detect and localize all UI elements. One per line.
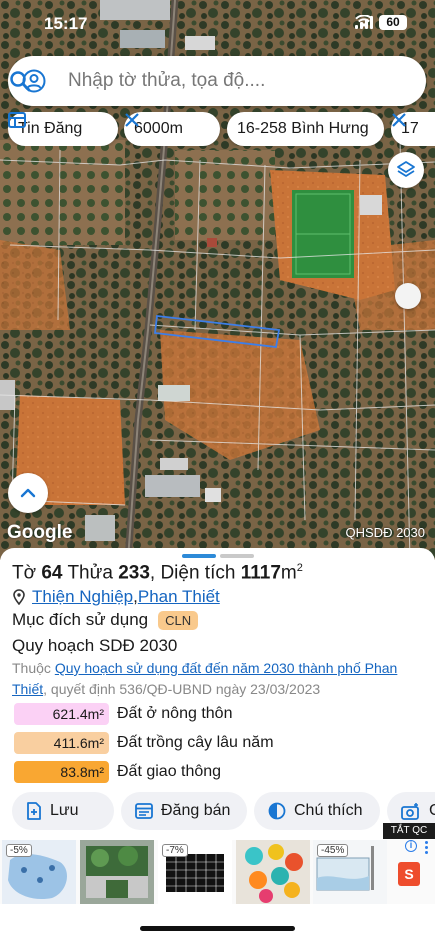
location-pin-icon: [13, 589, 25, 605]
area-value: 1117: [240, 562, 281, 584]
land-purpose-row: Mục đích sử dụng CLN: [12, 610, 199, 630]
pager-dot[interactable]: [220, 554, 254, 558]
location-row: Thiện Nghiệp, Phan Thiết: [12, 587, 220, 607]
legend-area: 83.8m²: [14, 761, 109, 783]
to-label: Tờ: [12, 562, 37, 584]
shopping-bag-icon[interactable]: S: [398, 862, 420, 886]
chip-label: Tin Đăng: [18, 120, 83, 137]
battery-icon: 60: [379, 15, 407, 30]
to-value: 64: [41, 562, 63, 584]
chip-tin-dang[interactable]: Tin Đăng: [8, 112, 118, 146]
listing-label: Đăng bán: [161, 802, 231, 819]
ad-product-image: [80, 840, 154, 904]
purpose-label: Mục đích sử dụng: [12, 610, 149, 629]
area-label: Diện tích: [160, 562, 236, 584]
ward-link[interactable]: Thiện Nghiệp: [32, 587, 133, 607]
planning-title: Quy hoạch SDĐ 2030: [12, 636, 178, 655]
legend-area: 621.4m²: [14, 703, 109, 725]
area-unit: m: [280, 562, 297, 584]
ad-more-icon[interactable]: [425, 841, 429, 855]
wifi-icon: [355, 15, 373, 27]
map-handle[interactable]: [395, 283, 421, 309]
legend-area: 411.6m²: [14, 732, 109, 754]
ad-thumb-5[interactable]: -45%: [313, 840, 387, 904]
parcel-title: Tờ 64 Thửa 233, Diện tích 1117m2: [12, 562, 303, 584]
chevron-up-icon: [20, 488, 36, 498]
city-link[interactable]: Phan Thiết: [138, 587, 220, 607]
layers-button[interactable]: [388, 152, 424, 188]
listing-button[interactable]: Đăng bán: [121, 792, 247, 830]
action-bar: Lưu Đăng bán Chú thích C: [0, 792, 435, 830]
save-button[interactable]: Lưu: [12, 792, 114, 830]
status-icons: 60: [355, 15, 407, 30]
contrast-icon: [268, 802, 286, 820]
ruler-icon: [125, 113, 139, 127]
filter-chips: Tin Đăng 6000m 16-258 Bình Hưng 17: [8, 112, 435, 146]
search-icon[interactable]: [8, 69, 32, 93]
chip-distance[interactable]: 6000m: [124, 112, 220, 146]
thua-value: 233: [118, 562, 150, 584]
expand-up-button[interactable]: [8, 473, 48, 513]
ad-thumb-1[interactable]: -5%: [2, 840, 76, 904]
legend-name: Đất trồng cây lâu năm: [117, 734, 274, 751]
save-label: Lưu: [50, 802, 79, 819]
sheet-pager[interactable]: [182, 554, 254, 558]
search-input[interactable]: Nhập tờ thửa, tọa độ....: [68, 70, 265, 92]
layers-icon: [397, 161, 415, 177]
ad-thumb-2[interactable]: [80, 840, 154, 904]
legend-row: 411.6m² Đất trồng cây lâu năm: [14, 732, 274, 754]
google-logo: Google: [7, 522, 73, 543]
planning-desc-suffix: , quyết định 536/QĐ-UBND ngày 23/03/2023: [43, 681, 321, 697]
table-icon: [8, 112, 26, 128]
ad-discount-badge: -45%: [317, 844, 349, 857]
ruler-icon: [392, 113, 406, 127]
legend-name: Đất ở nông thôn: [117, 705, 233, 722]
planning-description: Thuộc Quy hoạch sử dụng đất đến năm 2030…: [12, 658, 422, 700]
thua-label: Thửa: [67, 562, 113, 584]
legend-row: 83.8m² Đất giao thông: [14, 761, 221, 783]
save-icon: [27, 802, 41, 820]
status-time: 15:17: [44, 14, 88, 33]
ad-thumb-3[interactable]: -7%: [158, 840, 232, 904]
status-bar: 15:17 60: [0, 0, 435, 48]
planning-desc-prefix: Thuộc: [12, 660, 55, 676]
chip-extra[interactable]: 17: [391, 112, 435, 146]
ad-thumb-4[interactable]: [236, 840, 310, 904]
purpose-code-badge: CLN: [158, 610, 199, 630]
ad-discount-badge: -5%: [6, 844, 32, 857]
legend-label: Chú thích: [294, 802, 363, 819]
legend-name: Đất giao thông: [117, 763, 222, 780]
pager-dot-active[interactable]: [182, 554, 216, 558]
home-indicator: [140, 926, 295, 931]
photo-label: C: [429, 802, 435, 819]
ad-info-icon[interactable]: i: [405, 840, 417, 852]
camera-icon: [401, 803, 419, 820]
ad-discount-badge: -7%: [162, 844, 188, 857]
legend-button[interactable]: Chú thích: [254, 792, 380, 830]
legend-row: 621.4m² Đất ở nông thôn: [14, 703, 232, 725]
chip-parcel-location[interactable]: 16-258 Bình Hưng: [227, 112, 384, 146]
chip-label: 16-258 Bình Hưng: [237, 120, 369, 137]
parcel-info-sheet: Tờ 64 Thửa 233, Diện tích 1117m2 Thiện N…: [0, 548, 435, 941]
search-bar[interactable]: Nhập tờ thửa, tọa độ....: [8, 56, 426, 106]
map-layer-badge: QHSDĐ 2030: [345, 525, 425, 540]
ad-close-button[interactable]: TẮT QC: [383, 823, 435, 839]
ad-banner[interactable]: -5% -7% -45% i S: [0, 840, 435, 904]
satellite-map[interactable]: 15:17 60 Nhập tờ thửa, tọa độ.... Tin Đă…: [0, 0, 435, 560]
area-unit-sup: 2: [296, 562, 303, 574]
ad-product-image: [236, 840, 310, 904]
listing-icon: [135, 803, 153, 819]
chip-label: 6000m: [134, 120, 183, 137]
